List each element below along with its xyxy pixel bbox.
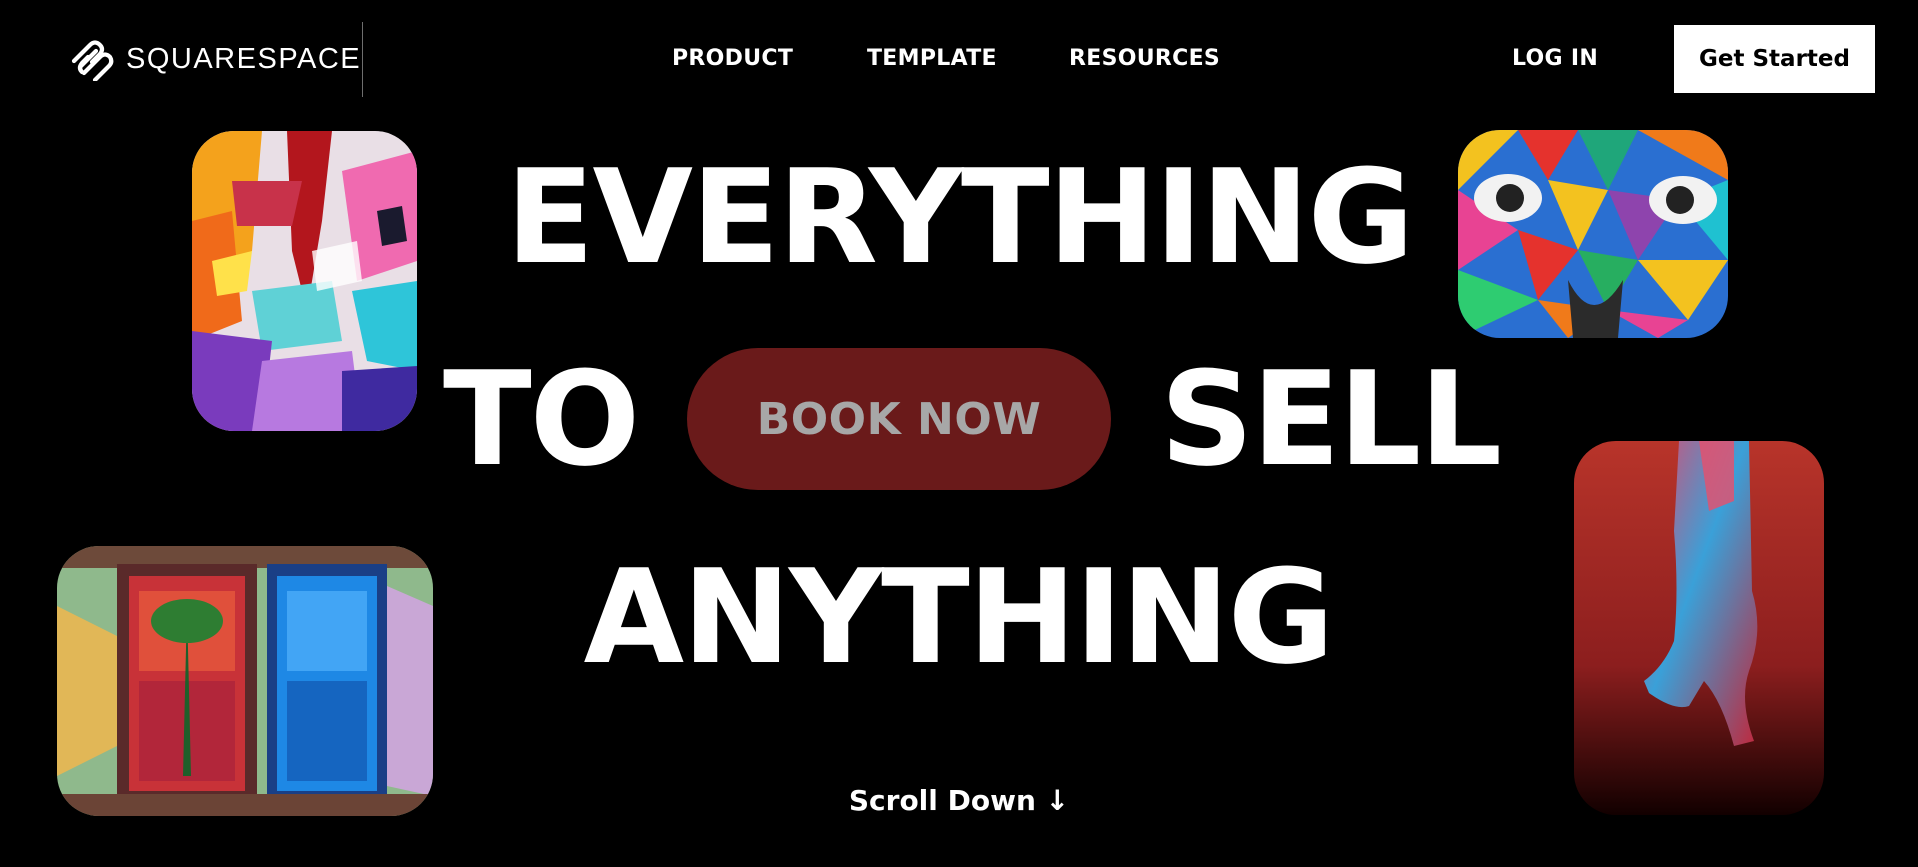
hero-word-to: TO bbox=[443, 343, 640, 495]
painted-doors-image bbox=[57, 546, 433, 816]
hero-line-anything: ANYTHING bbox=[583, 541, 1335, 693]
nav-link-resources[interactable]: RESOURCES bbox=[1069, 46, 1220, 71]
nav-link-product[interactable]: PRODUCT bbox=[672, 46, 793, 71]
painted-hand-image bbox=[1574, 441, 1824, 815]
scroll-down-link[interactable]: Scroll Down ↓ bbox=[0, 784, 1918, 817]
main-nav: PRODUCT TEMPLATE RESOURCES LOG IN bbox=[0, 46, 1918, 76]
book-now-button[interactable]: BOOK NOW bbox=[687, 348, 1111, 490]
mosaic-face-image bbox=[1458, 130, 1728, 338]
login-link[interactable]: LOG IN bbox=[1512, 46, 1598, 71]
nav-link-template[interactable]: TEMPLATE bbox=[867, 46, 997, 71]
get-started-button[interactable]: Get Started bbox=[1674, 25, 1875, 93]
abstract-paint-image bbox=[192, 131, 417, 431]
hero-word-sell: SELL bbox=[1160, 343, 1502, 495]
hero-line-everything: EVERYTHING bbox=[505, 141, 1415, 293]
landing-page: SQUARESPACE PRODUCT TEMPLATE RESOURCES L… bbox=[0, 0, 1918, 867]
